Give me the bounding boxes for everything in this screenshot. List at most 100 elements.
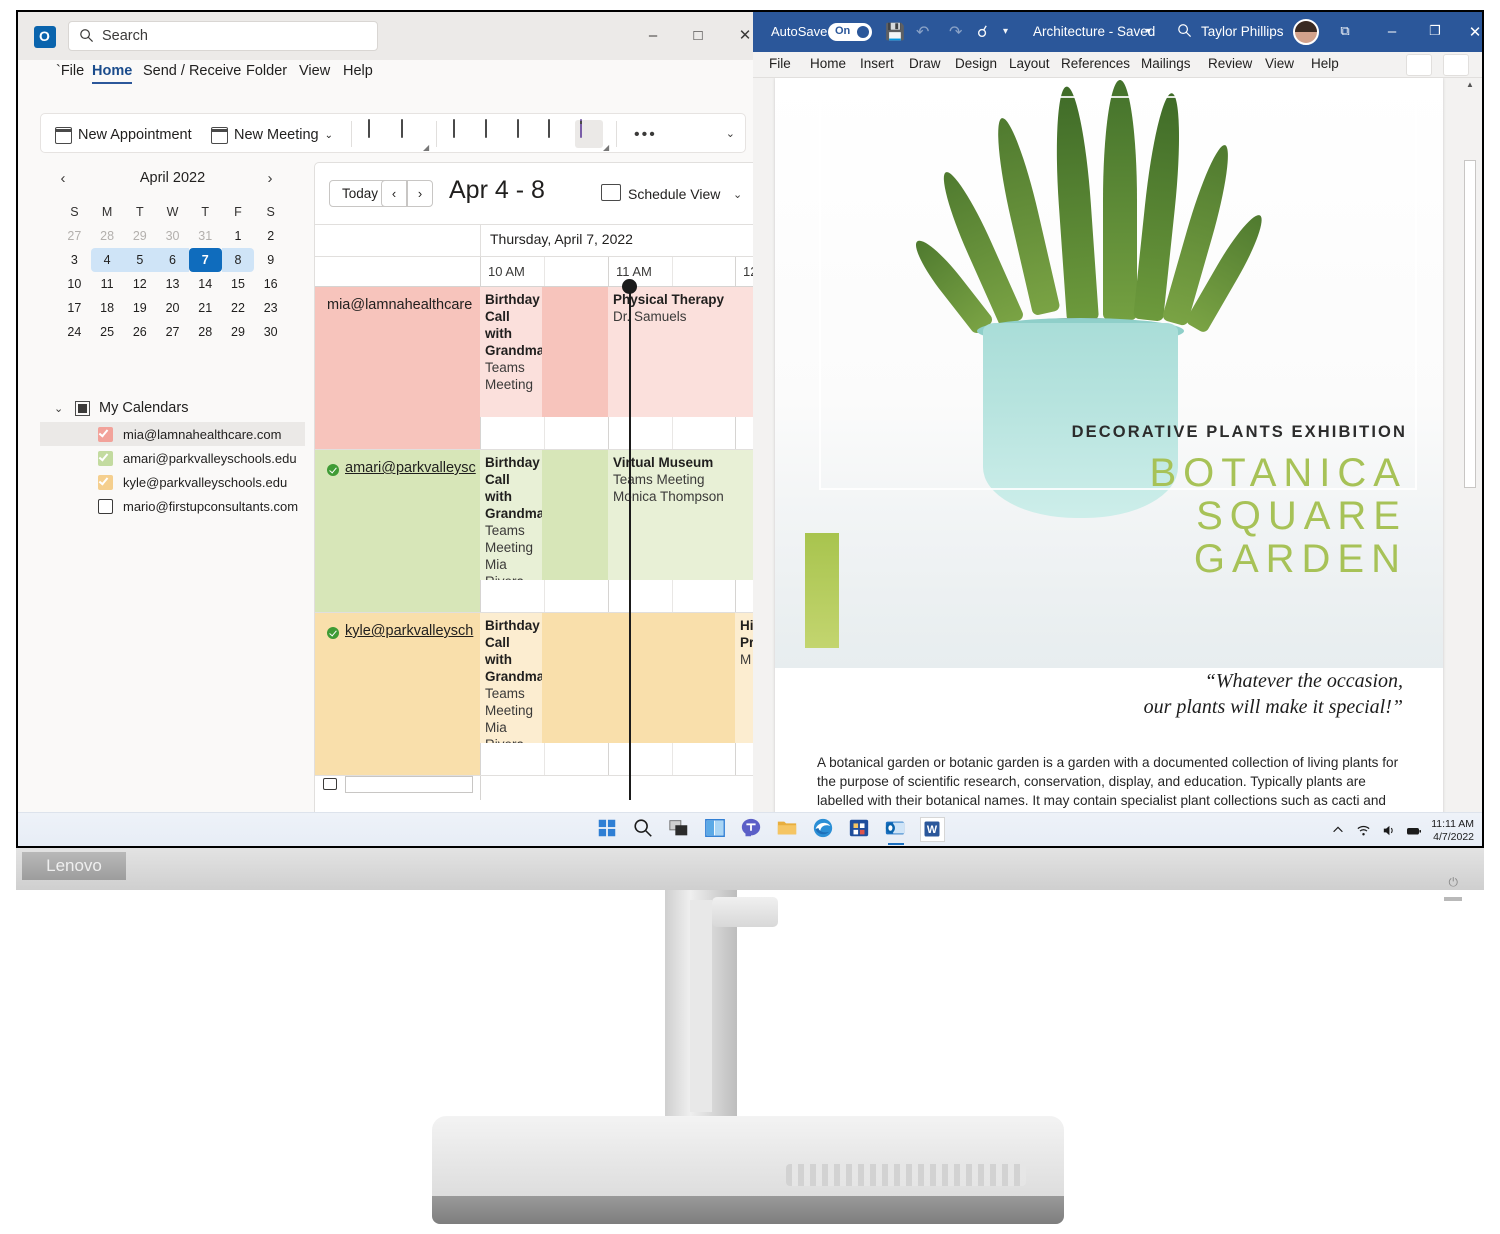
- today-view-button[interactable]: [363, 119, 391, 148]
- calendar-item-kyle[interactable]: kyle@parkvalleyschools.edu: [40, 470, 305, 494]
- table-row[interactable]: mia@lamnahealthcare Birthday Call with G…: [315, 287, 760, 450]
- outlook-icon[interactable]: [884, 817, 909, 845]
- mini-day[interactable]: 14: [189, 272, 222, 296]
- tab-folder[interactable]: Folder: [246, 63, 287, 79]
- search-icon[interactable]: [1177, 23, 1192, 38]
- teams-icon[interactable]: [740, 817, 765, 842]
- row-label[interactable]: kyle@parkvalleysch: [345, 623, 473, 639]
- search-icon[interactable]: [632, 817, 657, 842]
- autosave-toggle[interactable]: On: [828, 23, 872, 41]
- comments-icon[interactable]: [1443, 54, 1469, 76]
- word-tab-help[interactable]: Help: [1311, 56, 1339, 71]
- schedule-view-label[interactable]: Schedule View: [628, 186, 720, 202]
- work-week-view-button[interactable]: [480, 119, 508, 148]
- customize-quick-access-icon[interactable]: ▾: [1003, 26, 1008, 37]
- document-page[interactable]: DECORATIVE PLANTS EXHIBITION BOTANICA SQ…: [775, 78, 1443, 812]
- mini-day[interactable]: 3: [58, 248, 91, 272]
- word-tab-review[interactable]: Review: [1208, 56, 1252, 71]
- calendar-checkbox[interactable]: [98, 498, 113, 514]
- word-tab-design[interactable]: Design: [955, 56, 997, 71]
- day-view-button[interactable]: [448, 119, 476, 148]
- document-title[interactable]: Architecture - Saved: [1033, 24, 1155, 39]
- mini-day[interactable]: 8: [221, 248, 255, 272]
- calendar-item-mario[interactable]: mario@firstupconsultants.com: [40, 494, 305, 518]
- event-birthday-call[interactable]: Birthday Call with Grandma Teams Meeting…: [480, 450, 542, 580]
- task-view-icon[interactable]: [668, 817, 693, 842]
- arrange-dialog-launcher[interactable]: ◢: [423, 143, 429, 152]
- week-view-button[interactable]: [512, 119, 540, 148]
- row-label-cell[interactable]: mia@lamnahealthcare: [315, 287, 480, 449]
- scrollbar-thumb[interactable]: [1464, 160, 1476, 488]
- word-minimize-button[interactable]: –: [1378, 23, 1406, 40]
- avatar[interactable]: [1293, 19, 1319, 45]
- new-meeting-button[interactable]: New Meeting ⌄: [211, 122, 333, 148]
- save-icon[interactable]: 💾: [885, 22, 905, 42]
- power-icon[interactable]: ⏻: [1449, 875, 1459, 890]
- share-icon[interactable]: [1406, 54, 1432, 76]
- calendar-group-my-calendars[interactable]: ⌄ My Calendars: [40, 394, 305, 422]
- wifi-icon[interactable]: [1356, 823, 1372, 839]
- mini-day[interactable]: 24: [58, 320, 91, 344]
- mini-day[interactable]: 25: [91, 320, 124, 344]
- calendar-item-amari[interactable]: amari@parkvalleyschools.edu: [40, 446, 305, 470]
- mini-day[interactable]: 17: [58, 296, 91, 320]
- mini-day[interactable]: 26: [123, 320, 156, 344]
- outlook-minimize-button[interactable]: –: [638, 24, 668, 48]
- format-painter-icon[interactable]: ☌: [977, 22, 988, 42]
- ribbon-overflow-button[interactable]: •••: [634, 126, 657, 144]
- next-period-button[interactable]: ›: [407, 180, 433, 207]
- mini-day[interactable]: 28: [189, 320, 222, 344]
- mini-day-selected[interactable]: 7: [188, 248, 222, 272]
- arrangement-dialog-launcher[interactable]: ◢: [603, 143, 609, 152]
- chevron-down-icon[interactable]: ⌄: [733, 188, 742, 201]
- word-tab-file[interactable]: File: [769, 56, 791, 71]
- word-tab-insert[interactable]: Insert: [860, 56, 894, 71]
- mini-day[interactable]: 21: [189, 296, 222, 320]
- event-birthday-call[interactable]: Birthday Call with Grandma Teams Meeting…: [480, 613, 542, 743]
- ribbon-collapse-button[interactable]: ⌄: [726, 127, 735, 140]
- mini-day[interactable]: 5: [123, 248, 157, 272]
- outlook-maximize-button[interactable]: □: [683, 24, 713, 48]
- add-attendee-input[interactable]: [345, 776, 473, 793]
- mini-day[interactable]: 6: [156, 248, 189, 272]
- show-hidden-icons-chevron[interactable]: [1331, 823, 1347, 839]
- mini-day[interactable]: 11: [91, 272, 124, 296]
- mini-day[interactable]: 30: [254, 320, 287, 344]
- mini-day[interactable]: 10: [58, 272, 91, 296]
- chevron-down-icon[interactable]: ▾: [1146, 26, 1151, 37]
- battery-icon[interactable]: [1406, 823, 1422, 839]
- mini-calendar-next-button[interactable]: ›: [259, 168, 281, 190]
- calendar-item-mia[interactable]: mia@lamnahealthcare.com: [40, 422, 305, 446]
- word-tab-mailings[interactable]: Mailings: [1141, 56, 1191, 71]
- chevron-down-icon[interactable]: ⌄: [325, 130, 333, 141]
- month-view-button[interactable]: [543, 119, 571, 148]
- file-explorer-icon[interactable]: [776, 817, 801, 842]
- redo-icon[interactable]: ↷: [949, 22, 962, 42]
- mini-day[interactable]: 9: [254, 248, 287, 272]
- mini-day[interactable]: 29: [222, 320, 255, 344]
- mini-day[interactable]: 27: [58, 224, 91, 248]
- word-tab-layout[interactable]: Layout: [1009, 56, 1050, 71]
- calendar-checkbox[interactable]: [98, 474, 113, 490]
- word-close-button[interactable]: ✕: [1461, 23, 1482, 41]
- calendar-checkbox[interactable]: [98, 426, 113, 442]
- word-tab-view[interactable]: View: [1265, 56, 1294, 71]
- table-row[interactable]: amari@parkvalleysc Birthday Call with Gr…: [315, 450, 760, 613]
- tab-view[interactable]: View: [299, 63, 330, 79]
- mini-day[interactable]: 23: [254, 296, 287, 320]
- mini-day[interactable]: 28: [91, 224, 124, 248]
- mini-day[interactable]: 12: [123, 272, 156, 296]
- schedule-view-button[interactable]: [575, 119, 603, 148]
- row-label[interactable]: amari@parkvalleysc: [345, 460, 476, 476]
- mini-day[interactable]: 22: [222, 296, 255, 320]
- search-input[interactable]: Search: [68, 21, 378, 51]
- row-label-cell[interactable]: amari@parkvalleysc: [315, 450, 480, 612]
- next-7-days-button[interactable]: [396, 119, 424, 148]
- mini-day[interactable]: 2: [254, 224, 287, 248]
- tab-send-receive[interactable]: Send / Receive: [143, 63, 241, 79]
- chevron-down-icon[interactable]: ⌄: [54, 402, 66, 415]
- word-icon[interactable]: W: [920, 817, 945, 842]
- tab-file[interactable]: `File: [56, 63, 84, 79]
- mini-day[interactable]: 1: [222, 224, 255, 248]
- mini-day[interactable]: 19: [123, 296, 156, 320]
